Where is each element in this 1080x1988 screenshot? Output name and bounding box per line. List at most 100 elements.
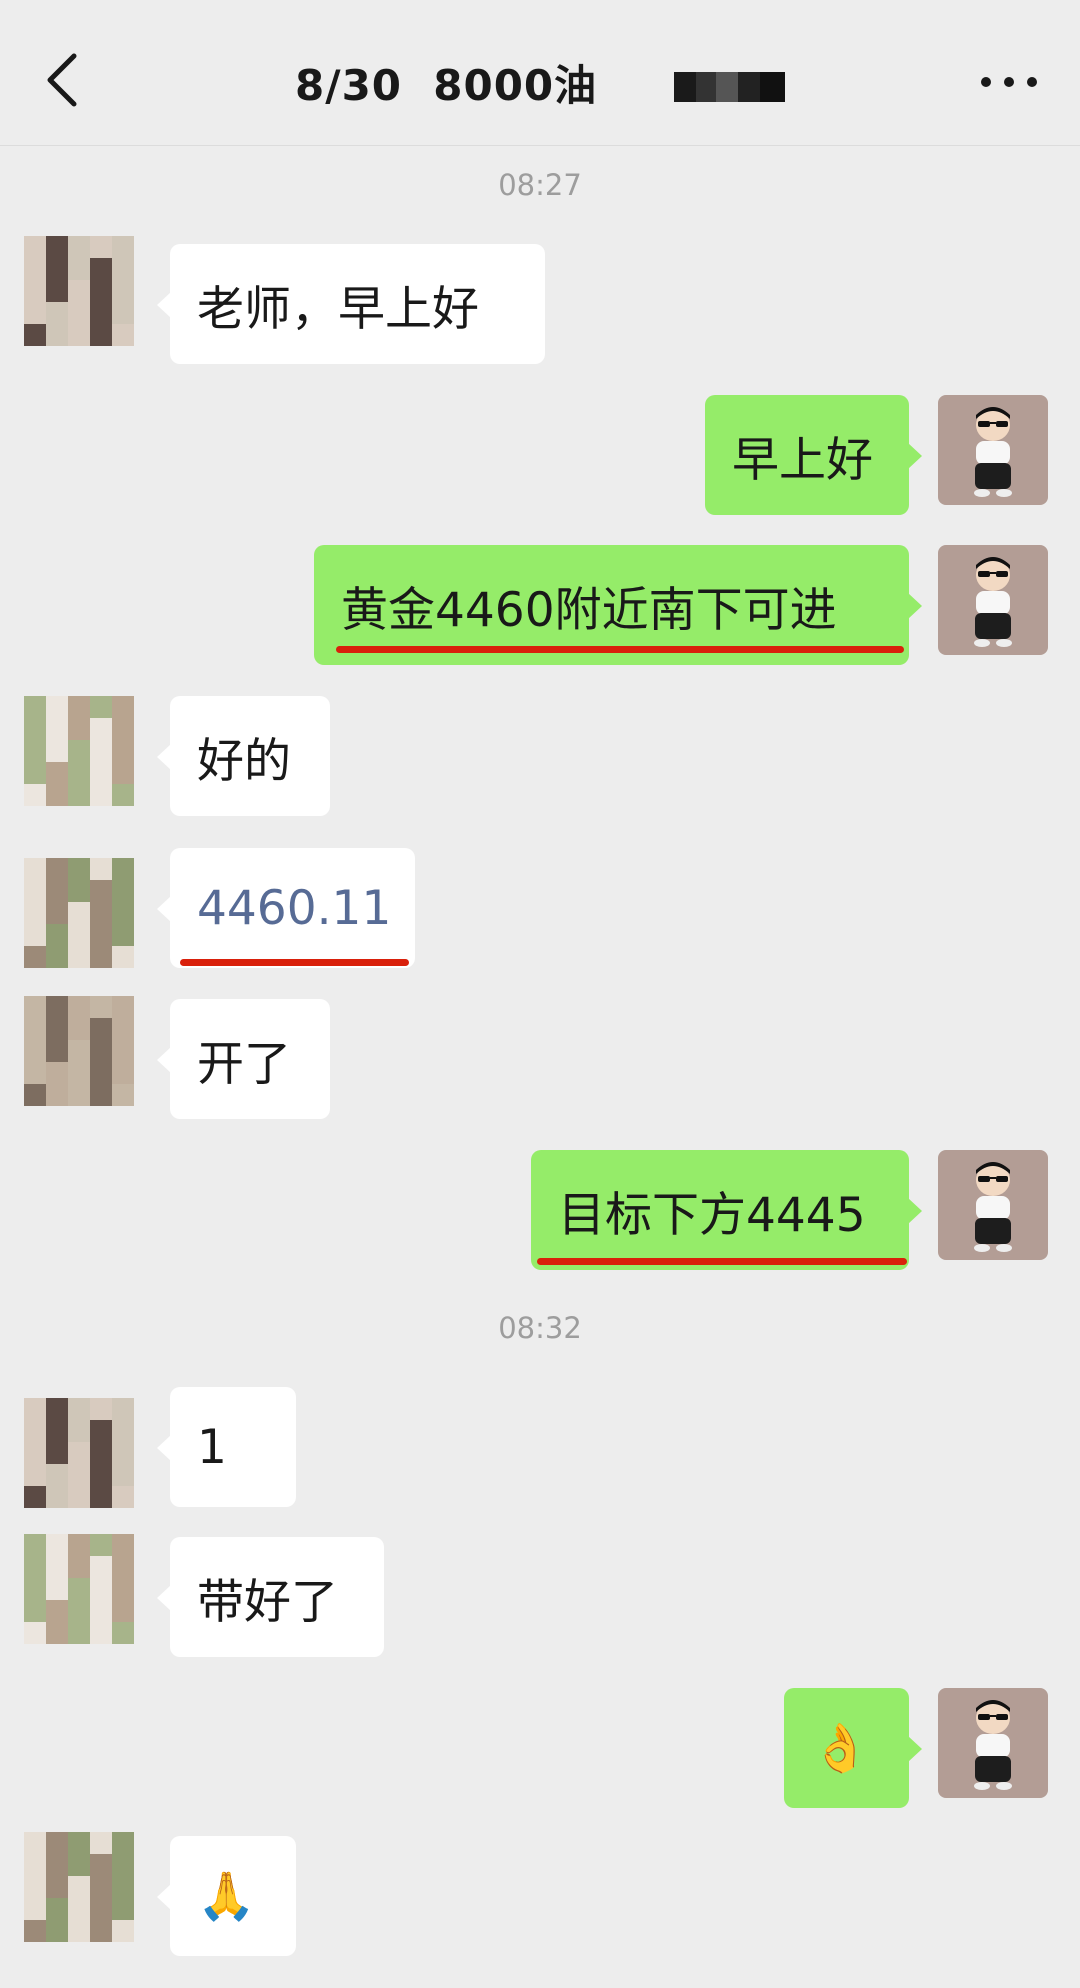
- mosaic-cell: [112, 1556, 134, 1578]
- mosaic-cell: [24, 1442, 46, 1464]
- mosaic-cell: [68, 1898, 90, 1920]
- mosaic-cell: [90, 1920, 112, 1942]
- mosaic-cell: [46, 784, 68, 806]
- mosaic-cell: [24, 324, 46, 346]
- mosaic-cell: [112, 1832, 134, 1854]
- more-horizontal-icon[interactable]: [978, 70, 1040, 94]
- message-text: 早上好: [732, 432, 873, 488]
- mosaic-cell: [90, 280, 112, 302]
- mosaic-cell: [90, 1398, 112, 1420]
- redacted-name-block: [674, 72, 785, 102]
- mosaic-cell: [24, 946, 46, 968]
- message-bubble[interactable]: 开了: [157, 999, 330, 1119]
- contact-avatar[interactable]: [24, 996, 134, 1106]
- mosaic-cell: [90, 1464, 112, 1486]
- mosaic-cell: [24, 1084, 46, 1106]
- message-bubble[interactable]: 👌: [784, 1688, 922, 1808]
- mosaic-cell: [68, 784, 90, 806]
- chevron-left-icon[interactable]: [40, 50, 84, 110]
- mosaic-cell: [24, 1556, 46, 1578]
- mosaic-cell: [24, 1018, 46, 1040]
- mosaic-cell: [24, 740, 46, 762]
- my-avatar[interactable]: [938, 545, 1048, 655]
- contact-avatar[interactable]: [24, 1398, 134, 1508]
- mosaic-cell: [90, 1420, 112, 1442]
- mosaic-cell: [68, 696, 90, 718]
- mosaic-cell: [24, 858, 46, 880]
- mosaic-cell: [90, 1040, 112, 1062]
- mosaic-cell: [24, 762, 46, 784]
- mosaic-cell: [68, 1018, 90, 1040]
- mosaic-cell: [68, 1442, 90, 1464]
- mosaic-cell: [112, 302, 134, 324]
- cartoon-boy-icon: [974, 557, 1012, 647]
- my-avatar[interactable]: [938, 1688, 1048, 1798]
- mosaic-cell: [68, 718, 90, 740]
- mosaic-cell: [68, 858, 90, 880]
- message-text: 带好了: [197, 1574, 338, 1630]
- mosaic-cell: [68, 1464, 90, 1486]
- contact-avatar[interactable]: [24, 858, 134, 968]
- message-bubble[interactable]: 目标下方4445: [531, 1150, 922, 1270]
- chat-header: 8/30 8000油: [0, 0, 1080, 146]
- mosaic-cell: [68, 1876, 90, 1898]
- mosaic-cell: [90, 302, 112, 324]
- contact-avatar[interactable]: [24, 236, 134, 346]
- message-bubble[interactable]: 4460.11: [157, 848, 415, 968]
- message-link-text[interactable]: 4460.11: [197, 881, 391, 936]
- mosaic-cell: [112, 1920, 134, 1942]
- mosaic-cell: [90, 858, 112, 880]
- message-bubble[interactable]: 好的: [157, 696, 330, 816]
- mosaic-cell: [90, 696, 112, 718]
- mosaic-cell: [46, 1420, 68, 1442]
- mosaic-cell: [112, 258, 134, 280]
- mosaic-cell: [90, 1898, 112, 1920]
- timestamp: 08:27: [498, 168, 582, 202]
- cartoon-boy-icon: [974, 407, 1012, 497]
- mosaic-cell: [90, 1084, 112, 1106]
- pray-emoji-icon: 🙏: [197, 1868, 256, 1924]
- mosaic-cell: [46, 1600, 68, 1622]
- mosaic-cell: [90, 258, 112, 280]
- mosaic-cell: [46, 324, 68, 346]
- mosaic-cell: [24, 1534, 46, 1556]
- mosaic-cell: [90, 718, 112, 740]
- red-underline-mark: [336, 646, 904, 653]
- mosaic-cell: [46, 762, 68, 784]
- message-text: 黄金4460附近南下可进: [341, 582, 837, 638]
- mosaic-cell: [46, 1854, 68, 1876]
- message-bubble[interactable]: 带好了: [157, 1537, 384, 1657]
- mosaic-cell: [46, 1534, 68, 1556]
- ok-hand-emoji-icon: 👌: [811, 1720, 870, 1776]
- message-bubble[interactable]: 老师，早上好: [157, 244, 545, 364]
- mosaic-cell: [68, 1398, 90, 1420]
- mosaic-cell: [46, 1018, 68, 1040]
- mosaic-cell: [112, 996, 134, 1018]
- contact-avatar[interactable]: [24, 696, 134, 806]
- message-bubble[interactable]: 1: [157, 1387, 296, 1507]
- my-avatar[interactable]: [938, 395, 1048, 505]
- contact-avatar[interactable]: [24, 1534, 134, 1644]
- message-bubble[interactable]: 早上好: [705, 395, 922, 515]
- mosaic-cell: [46, 1920, 68, 1942]
- mosaic-cell: [90, 236, 112, 258]
- mosaic-cell: [90, 1534, 112, 1556]
- message-text: 开了: [197, 1036, 291, 1092]
- contact-avatar[interactable]: [24, 1832, 134, 1942]
- mosaic-cell: [90, 1600, 112, 1622]
- mosaic-cell: [68, 258, 90, 280]
- mosaic-cell: [112, 236, 134, 258]
- mosaic-cell: [46, 1578, 68, 1600]
- mosaic-cell: [112, 1420, 134, 1442]
- mosaic-cell: [46, 946, 68, 968]
- mosaic-cell: [46, 696, 68, 718]
- mosaic-cell: [90, 1486, 112, 1508]
- mosaic-cell: [90, 946, 112, 968]
- mosaic-cell: [112, 924, 134, 946]
- mosaic-cell: [112, 1040, 134, 1062]
- mosaic-cell: [24, 784, 46, 806]
- my-avatar[interactable]: [938, 1150, 1048, 1260]
- mosaic-cell: [46, 740, 68, 762]
- message-bubble[interactable]: 🙏: [157, 1836, 296, 1956]
- mosaic-cell: [112, 1876, 134, 1898]
